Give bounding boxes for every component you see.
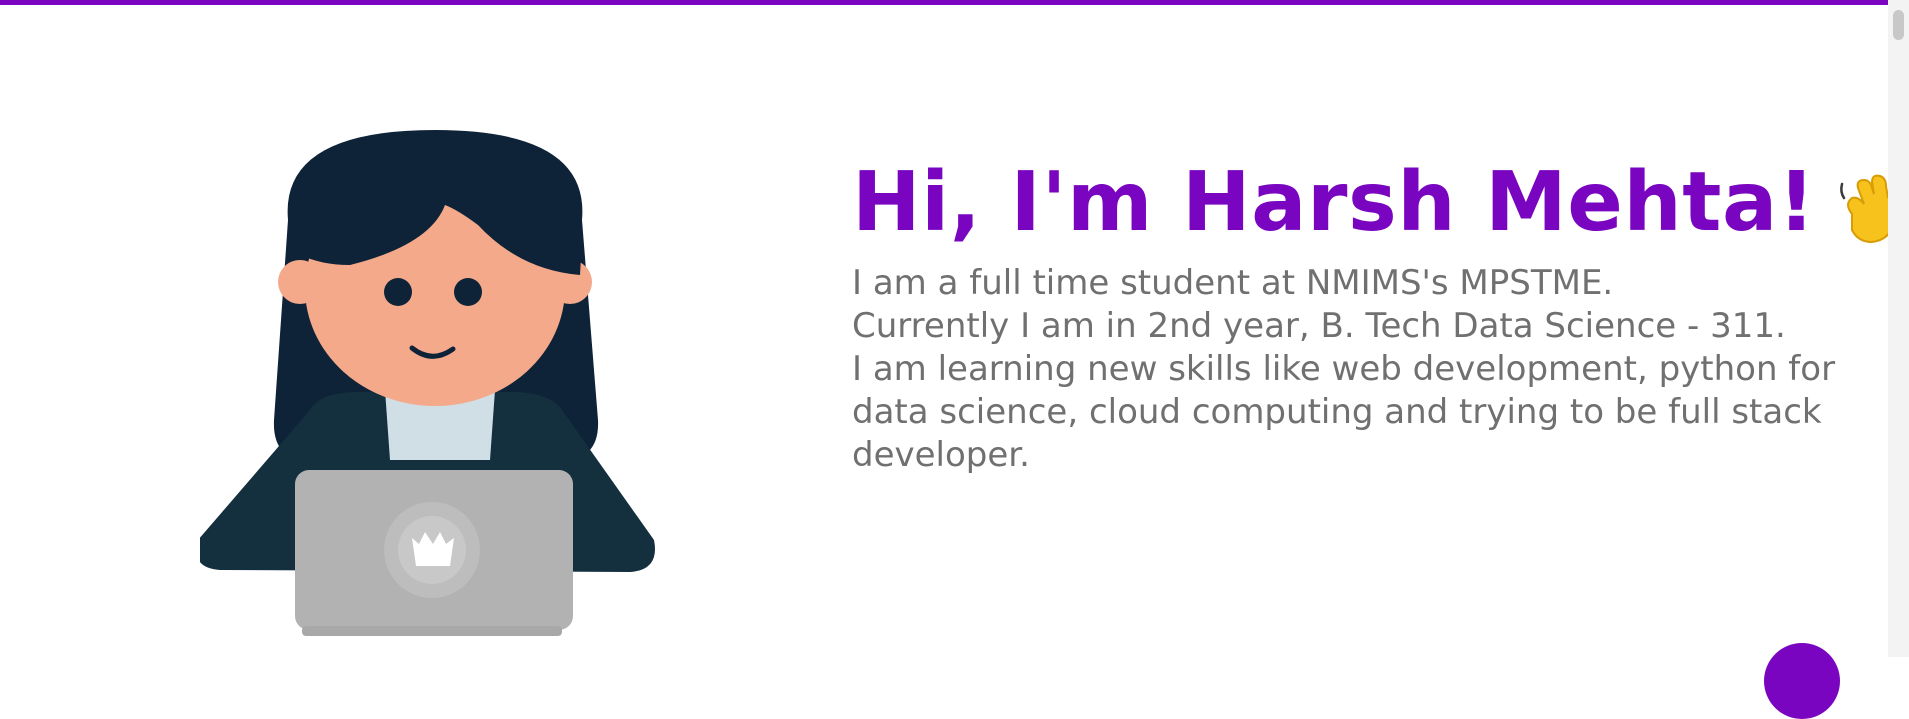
page-scrollbar[interactable]: [1888, 0, 1909, 657]
top-accent-bar: [0, 0, 1888, 5]
bio-paragraph: I am a full time student at NMIMS's MPST…: [852, 262, 1842, 477]
scrollbar-thumb[interactable]: [1893, 10, 1904, 40]
girl-with-laptop-illustration: [196, 70, 680, 640]
page-title: Hi, I'm Harsh Mehta!: [852, 148, 1902, 258]
scroll-to-top-button[interactable]: [1764, 643, 1840, 719]
bio-line: Currently I am in 2nd year, B. Tech Data…: [852, 306, 1786, 346]
greeting-text: Hi, I'm Harsh Mehta!: [852, 155, 1816, 250]
bio-line: I am a full time student at NMIMS's MPST…: [852, 263, 1614, 303]
bio-line: I am learning new skills like web develo…: [852, 349, 1836, 475]
intro-section: Hi, I'm Harsh Mehta! I am a full time st…: [852, 148, 1902, 511]
